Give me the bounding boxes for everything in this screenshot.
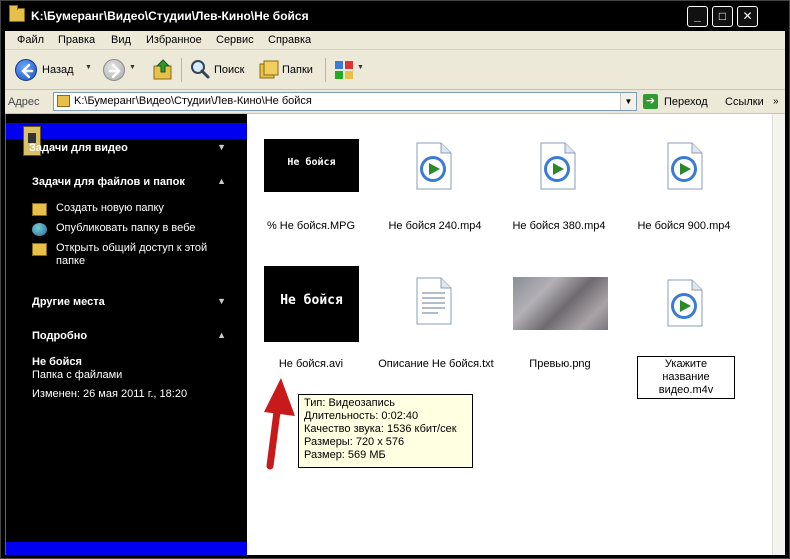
search-button[interactable]: Поиск <box>214 64 244 76</box>
maximize-button[interactable]: □ <box>712 6 733 27</box>
links-button[interactable]: Ссылки <box>725 96 764 108</box>
file-name[interactable]: % Не бойся.MPG <box>251 220 371 232</box>
address-value[interactable]: K:\Бумеранг\Видео\Студии\Лев-Кино\Не бой… <box>74 95 312 107</box>
menu-file[interactable]: Файл <box>17 34 44 46</box>
views-dropdown-icon[interactable]: ▼ <box>357 64 364 71</box>
folder-icon <box>57 95 70 107</box>
task-pane-band <box>6 123 247 139</box>
chevron-up-icon[interactable]: ▲ <box>217 330 226 340</box>
text-file-icon[interactable] <box>414 277 452 325</box>
details-modified: Изменен: 26 мая 2011 г., 18:20 <box>32 388 188 400</box>
share-folder-icon <box>32 243 47 256</box>
menu-edit[interactable]: Правка <box>58 34 95 46</box>
chevron-down-icon[interactable]: ▼ <box>217 296 226 306</box>
file-name[interactable]: Не бойся 900.mp4 <box>624 220 744 232</box>
back-button[interactable]: Назад <box>42 64 74 76</box>
address-input[interactable]: K:\Бумеранг\Видео\Студии\Лев-Кино\Не бой… <box>53 92 637 111</box>
menu-tools[interactable]: Сервис <box>216 34 254 46</box>
toolbar-separator <box>181 58 182 82</box>
back-dropdown-icon[interactable]: ▼ <box>85 64 92 71</box>
menu-view[interactable]: Вид <box>111 34 131 46</box>
file-name[interactable]: Не бойся 240.mp4 <box>375 220 495 232</box>
avi-thumbnail[interactable]: Не бойся <box>264 266 359 342</box>
details-type: Папка с файлами <box>32 369 123 381</box>
address-dropdown-icon[interactable]: ▼ <box>620 93 636 110</box>
toolbar-separator <box>325 58 326 82</box>
chevron-up-icon[interactable]: ▲ <box>217 176 226 186</box>
media-player-icon[interactable] <box>413 142 453 190</box>
go-button[interactable]: Переход <box>664 96 708 108</box>
other-places-label: Другие места <box>32 296 105 308</box>
tooltip-dimensions: Размеры: 720 x 576 <box>304 436 405 448</box>
menu-bar: Файл Правка Вид Избранное Сервис Справка <box>5 31 785 50</box>
details-name: Не бойся <box>32 356 82 368</box>
close-button[interactable]: ✕ <box>737 6 758 27</box>
address-bar: Адрес K:\Бумеранг\Видео\Студии\Лев-Кино\… <box>5 90 785 114</box>
task-pane: Задачи для видео ▼ Задачи для файлов и п… <box>5 114 247 555</box>
media-player-icon[interactable] <box>664 142 704 190</box>
address-label: Адрес <box>8 96 40 108</box>
explorer-window: K:\Бумеранг\Видео\Студии\Лев-Кино\Не бой… <box>0 0 790 559</box>
chevron-right-icon[interactable]: » <box>773 96 779 107</box>
folder-icon <box>9 5 25 22</box>
media-player-icon[interactable] <box>537 142 577 190</box>
file-tooltip: Тип: Видеозапись Длительность: 0:02:40 К… <box>298 394 473 468</box>
file-view[interactable]: Не бойся % Не бойся.MPG Не бойся 240.mp4… <box>247 114 772 555</box>
tooltip-size: Размер: 569 МБ <box>304 449 386 461</box>
menu-favorites[interactable]: Избранное <box>146 34 202 46</box>
title-bar[interactable]: K:\Бумеранг\Видео\Студии\Лев-Кино\Не бой… <box>1 1 789 31</box>
menu-help[interactable]: Справка <box>268 34 311 46</box>
tooltip-audio-quality: Качество звука: 1536 кбит/сек <box>304 423 457 435</box>
up-folder-icon[interactable] <box>151 58 175 82</box>
folders-button[interactable]: Папки <box>282 64 313 76</box>
mpg-thumbnail[interactable]: Не бойся <box>264 139 359 192</box>
forward-dropdown-icon[interactable]: ▼ <box>129 64 136 71</box>
vertical-scrollbar[interactable] <box>772 114 785 555</box>
new-folder-icon <box>32 203 47 216</box>
media-player-icon[interactable] <box>664 279 704 327</box>
search-icon[interactable] <box>189 58 211 80</box>
task-new-folder-label[interactable]: Создать новую папку <box>56 202 164 215</box>
folders-icon[interactable] <box>258 58 280 80</box>
go-arrow-icon[interactable]: ➔ <box>643 94 658 109</box>
views-icon[interactable] <box>333 59 355 81</box>
task-pane-band <box>6 542 247 555</box>
chevron-down-icon[interactable]: ▼ <box>217 142 226 152</box>
forward-arrow-icon[interactable] <box>103 59 125 81</box>
rename-text[interactable]: Укажите название <box>640 358 732 384</box>
task-share-folder-label[interactable]: Открыть общий доступ к этой <box>56 242 207 255</box>
details-label: Подробно <box>32 330 88 342</box>
image-thumbnail[interactable] <box>513 277 608 330</box>
file-tasks-label: Задачи для файлов и папок <box>32 176 185 188</box>
tooltip-type: Тип: Видеозапись <box>304 397 395 409</box>
video-tasks-label: Задачи для видео <box>29 142 128 154</box>
task-publish-web-label[interactable]: Опубликовать папку в вебе <box>56 222 195 235</box>
file-name[interactable]: Превью.png <box>500 358 620 370</box>
task-share-folder-label-2[interactable]: папке <box>56 255 85 268</box>
publish-web-icon <box>32 223 47 236</box>
minimize-button[interactable]: _ <box>687 6 708 27</box>
file-name[interactable]: Не бойся 380.mp4 <box>499 220 619 232</box>
toolbar: Назад ▼ ▼ Поиск Папки ▼ <box>5 50 785 90</box>
file-name[interactable]: Описание Не бойся.txt <box>371 358 501 370</box>
window-title: K:\Бумеранг\Видео\Студии\Лев-Кино\Не бой… <box>31 9 309 23</box>
back-arrow-icon[interactable] <box>15 59 37 81</box>
rename-field[interactable]: Укажите название видео.m4v <box>637 356 735 399</box>
tooltip-duration: Длительность: 0:02:40 <box>304 410 419 422</box>
rename-text[interactable]: видео.m4v <box>640 384 732 397</box>
file-name[interactable]: Не бойся.avi <box>251 358 371 370</box>
